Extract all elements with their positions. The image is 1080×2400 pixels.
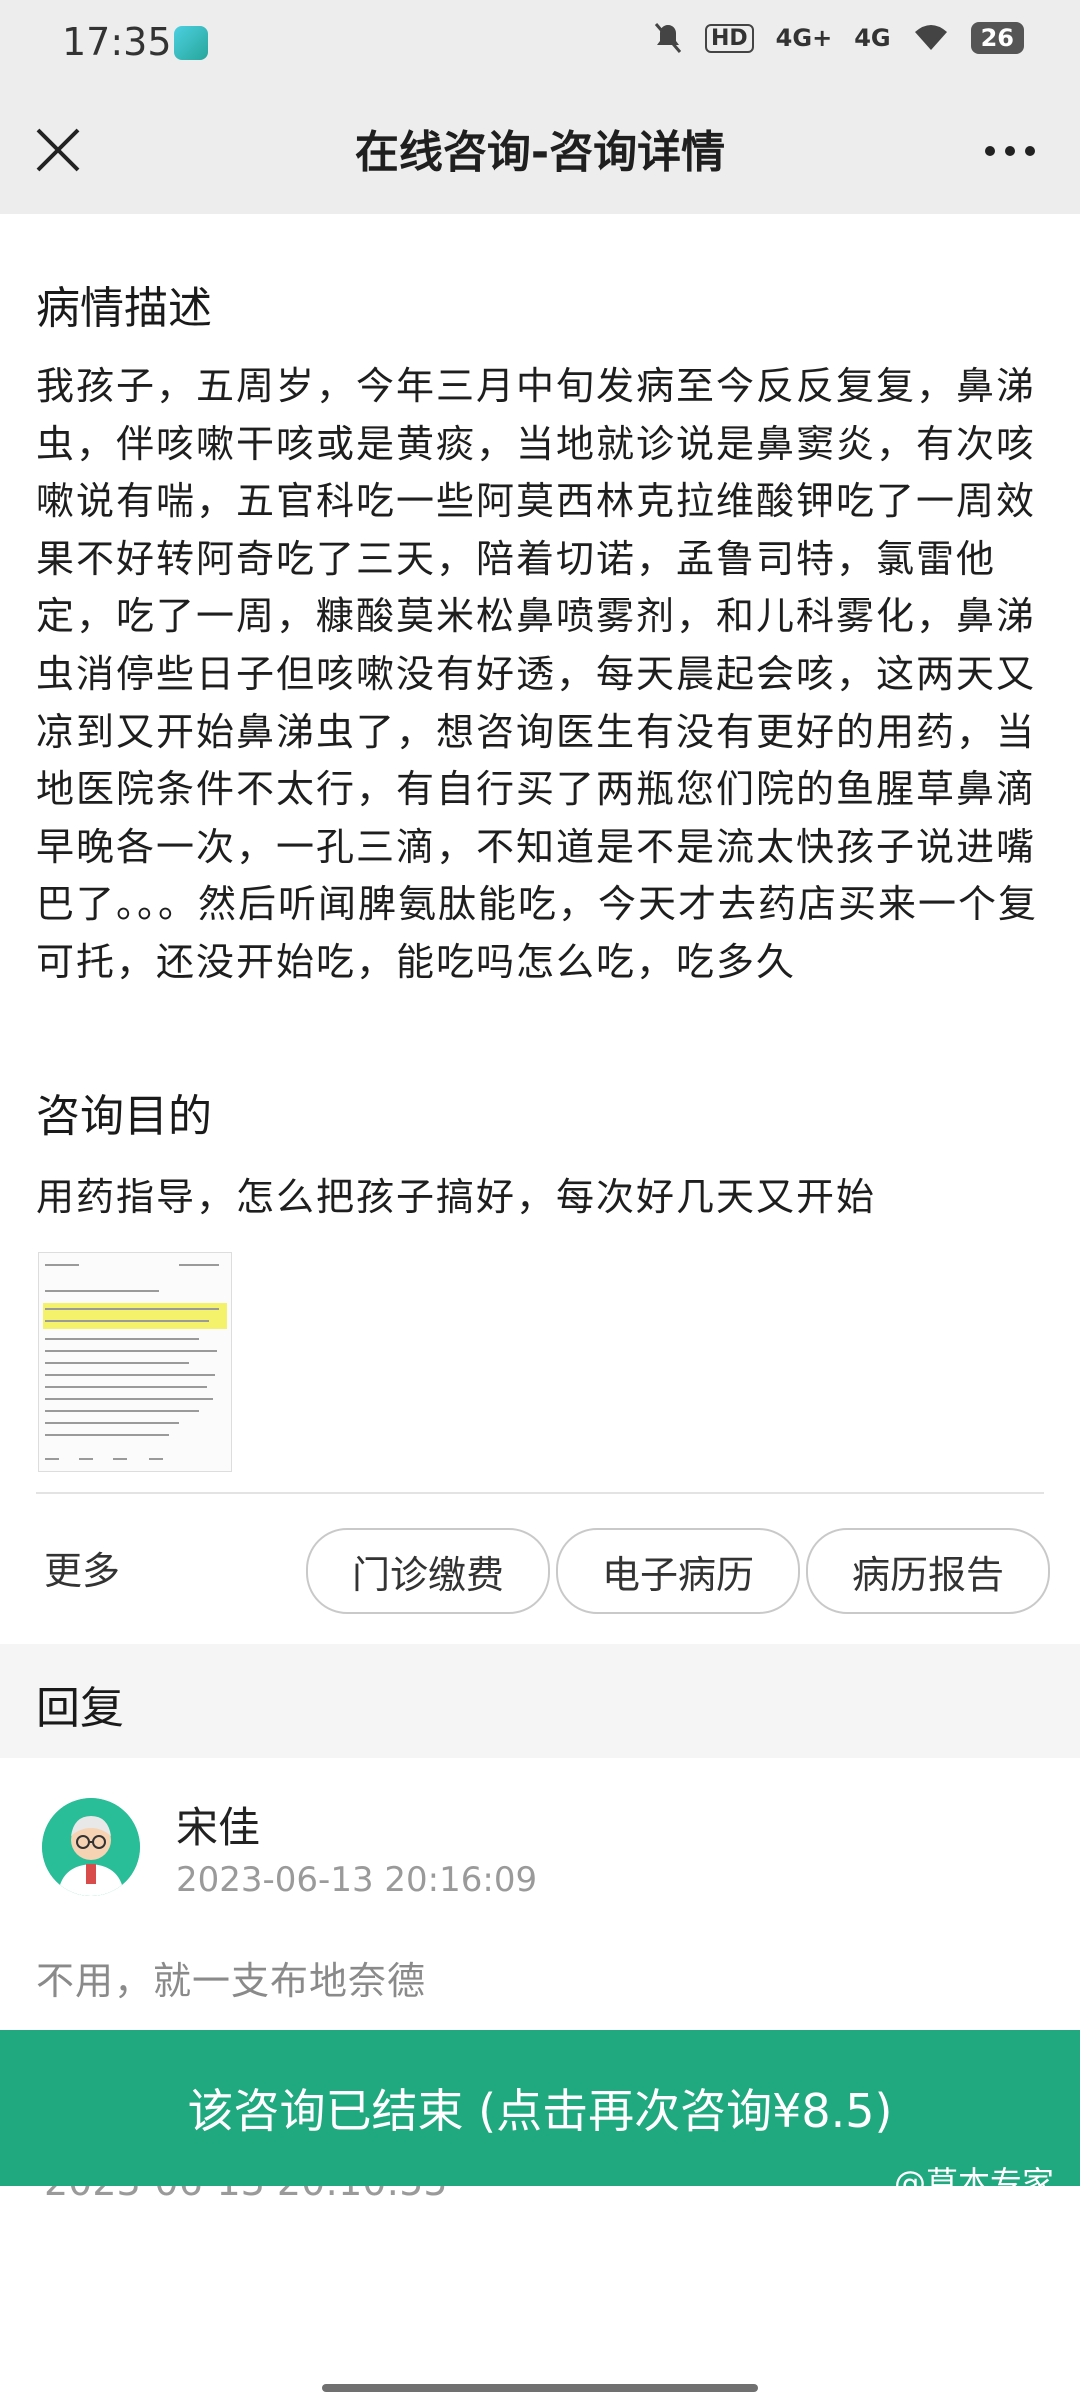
reply-timestamp: 2023-06-13 20:16:09 [176, 1860, 538, 1900]
signal-4g-plus-icon: 4G+ [775, 24, 833, 52]
signal-4g-icon: 4G [854, 24, 891, 52]
status-time: 17:35 [62, 20, 172, 64]
doctor-avatar [42, 1798, 140, 1896]
reply-text: 不用，就一支布地奈德 [36, 1959, 427, 2003]
medical-report-button[interactable]: 病历报告 [806, 1528, 1050, 1614]
purpose-text: 用药指导，怎么把孩子搞好，每次好几天又开始 [36, 1175, 877, 1219]
battery-indicator: 26 [970, 22, 1024, 54]
home-indicator[interactable] [322, 2384, 758, 2392]
more-label: 更多 [44, 1549, 121, 1593]
reply-section-header: 回复 [0, 1644, 1080, 1758]
nav-bar: 在线咨询-咨询详情 [0, 86, 1080, 214]
mute-bell-icon [654, 23, 682, 53]
attachment-thumbnail[interactable] [38, 1252, 232, 1472]
app-notification-icon [174, 26, 208, 60]
page-title: 在线咨询-咨询详情 [354, 127, 726, 178]
more-options-icon[interactable] [982, 126, 1038, 176]
doctor-name: 宋佳 [176, 1803, 261, 1852]
description-text: 我孩子，五周岁，今年三月中旬发病至今反反复复，鼻涕虫，伴咳嗽干咳或是黄痰，当地就… [36, 364, 1039, 984]
reply-heading: 回复 [36, 1683, 124, 1734]
status-icons: HD 4G+ 4G 26 [653, 22, 1024, 54]
wifi-icon [914, 25, 947, 50]
electronic-record-button[interactable]: 电子病历 [556, 1528, 800, 1614]
reconsult-button-label: 该咨询已结束 (点击再次咨询¥8.5) [187, 2084, 893, 2138]
status-bar: 17:35 HD 4G+ 4G 26 [0, 0, 1080, 86]
outpatient-payment-button[interactable]: 门诊缴费 [306, 1528, 550, 1614]
watermark: @草本专家 [893, 2164, 1054, 2202]
description-heading: 病情描述 [36, 283, 212, 334]
purpose-heading: 咨询目的 [36, 1091, 212, 1142]
divider [36, 1492, 1044, 1494]
hd-badge: HD [704, 23, 754, 53]
